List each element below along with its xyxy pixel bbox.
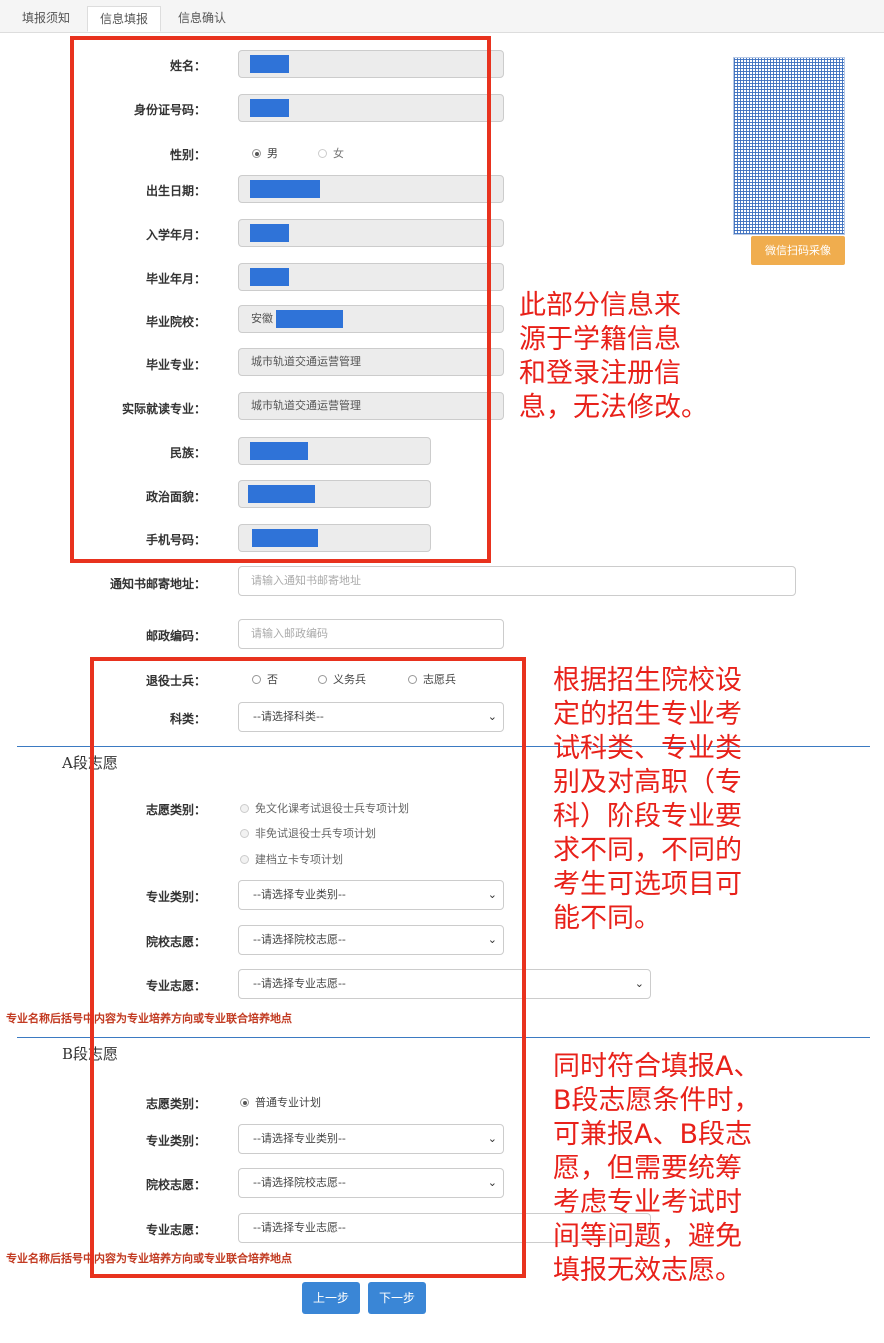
readonly-highlight-box [70, 36, 491, 563]
photo-qr-image [733, 57, 845, 235]
wechat-scan-photo-button[interactable]: 微信扫码采像 [751, 236, 845, 265]
options-highlight-box [90, 657, 526, 1278]
tab-info-fill[interactable]: 信息填报 [87, 6, 161, 32]
prev-button[interactable]: 上一步 [302, 1282, 360, 1314]
tab-instructions[interactable]: 填报须知 [8, 6, 84, 32]
annotation-options: 根据招生院校设 定的招生专业考 试科类、专业类 别及对高职（专 科）阶段专业要 … [553, 665, 742, 934]
mail-address-label: 通知书邮寄地址： [109, 577, 206, 591]
tab-info-confirm[interactable]: 信息确认 [164, 6, 240, 32]
postcode-input[interactable]: 请输入邮政编码 [238, 619, 504, 649]
tab-bar: 填报须知 信息填报 信息确认 [0, 0, 884, 33]
annotation-both-sections: 同时符合填报A、 B段志愿条件时， 可兼报A、B段志 愿，但需要统筹 考虑专业考… [553, 1051, 761, 1286]
next-button[interactable]: 下一步 [368, 1282, 426, 1314]
annotation-readonly: 此部分信息来 源于学籍信息 和登录注册信 息，无法修改。 [519, 290, 708, 423]
postcode-label: 邮政编码： [145, 629, 206, 643]
mail-address-input[interactable]: 请输入通知书邮寄地址 [238, 566, 796, 596]
chevron-down-icon: ⌄ [634, 977, 644, 990]
